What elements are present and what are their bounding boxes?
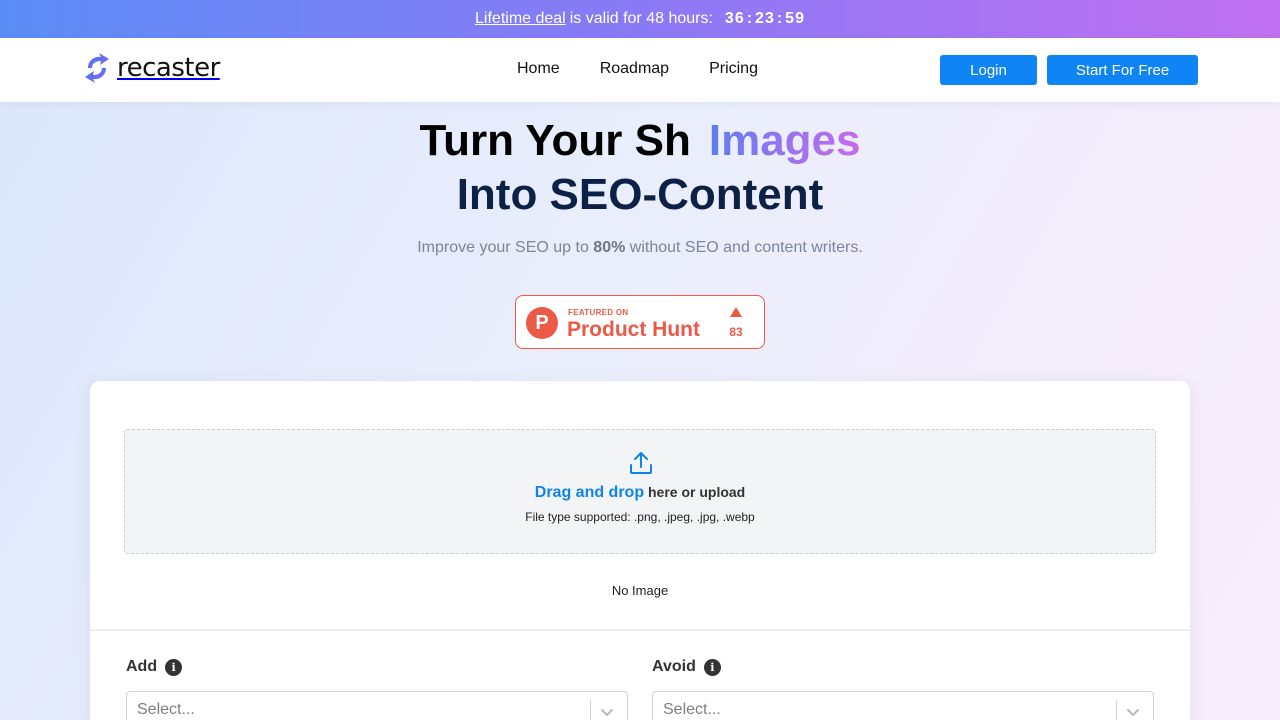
info-icon[interactable]: i <box>165 658 183 676</box>
product-hunt-icon: P <box>526 307 558 339</box>
upload-icon <box>630 452 652 474</box>
promo-bar: Lifetime deal is valid for 48 hours: 36 … <box>0 0 1280 38</box>
login-button[interactable]: Login <box>940 55 1037 85</box>
countdown-separator: : <box>746 10 754 27</box>
chevron-down-icon[interactable] <box>599 704 615 720</box>
drag-and-drop-link[interactable]: Drag and drop <box>535 484 644 501</box>
countdown-hours: 36 <box>724 10 745 27</box>
image-dropzone[interactable]: Drag and drop here or upload File type s… <box>124 429 1156 554</box>
select-separator <box>1116 700 1117 720</box>
nav-home[interactable]: Home <box>517 60 560 78</box>
add-label: Add i <box>126 658 183 676</box>
upload-text: here or upload <box>648 484 746 500</box>
add-label-text: Add <box>126 658 158 675</box>
avoid-select-placeholder: Select... <box>663 701 721 718</box>
ph-upvote-count: 83 <box>729 325 743 339</box>
subtitle-highlight: 80% <box>593 239 626 256</box>
product-hunt-badge[interactable]: P FEATURED ON Product Hunt 83 <box>515 295 765 349</box>
subtitle-text: Improve your SEO up to <box>417 239 589 256</box>
card-divider <box>90 629 1190 631</box>
lifetime-deal-link[interactable]: Lifetime deal <box>475 10 566 28</box>
countdown-seconds: 59 <box>785 10 805 27</box>
promo-text: is valid for 48 hours: <box>569 10 713 27</box>
countdown-separator: : <box>776 10 784 27</box>
ph-name: Product Hunt <box>567 318 700 341</box>
hero-subtitle: Improve your SEO up to 80% without SEO a… <box>0 239 1280 257</box>
file-types-note: File type supported: .png, .jpeg, .jpg, … <box>525 510 755 524</box>
no-image-text: No Image <box>611 583 669 598</box>
avoid-label: Avoid i <box>652 658 721 676</box>
select-separator <box>590 700 591 720</box>
add-select[interactable]: Select... <box>126 691 628 720</box>
recaster-logo-icon <box>85 53 109 83</box>
ph-featured-label: FEATURED ON <box>568 308 629 317</box>
hero-title-typed: Turn Your Sh <box>419 116 691 165</box>
upload-card: Drag and drop here or upload File type s… <box>90 381 1190 720</box>
nav-pricing[interactable]: Pricing <box>709 60 758 78</box>
hero-title: Turn Your Sh Images Into SEO-Content <box>0 114 1280 222</box>
subtitle-text: without SEO and content writers. <box>629 239 863 256</box>
logo-text: recaster <box>117 53 220 83</box>
countdown-minutes: 23 <box>755 10 775 27</box>
upvote-arrow-icon <box>730 307 742 317</box>
nav-roadmap[interactable]: Roadmap <box>600 60 669 78</box>
avoid-label-text: Avoid <box>652 658 696 675</box>
main-nav: Home Roadmap Pricing <box>517 60 758 78</box>
hero-title-line2: Into SEO-Content <box>456 170 824 219</box>
countdown-timer: 36 : 23 : 59 <box>725 10 805 28</box>
dropzone-instructions: Drag and drop here or upload <box>125 484 1155 502</box>
avoid-select[interactable]: Select... <box>652 691 1154 720</box>
start-for-free-button[interactable]: Start For Free <box>1047 55 1198 85</box>
chevron-down-icon[interactable] <box>1125 704 1141 720</box>
site-header: recaster Home Roadmap Pricing Login Star… <box>0 38 1280 102</box>
hero-title-accent: Images <box>708 116 861 165</box>
info-icon[interactable]: i <box>703 658 721 676</box>
add-select-placeholder: Select... <box>137 701 195 718</box>
recaster-logo[interactable]: recaster <box>83 53 220 83</box>
